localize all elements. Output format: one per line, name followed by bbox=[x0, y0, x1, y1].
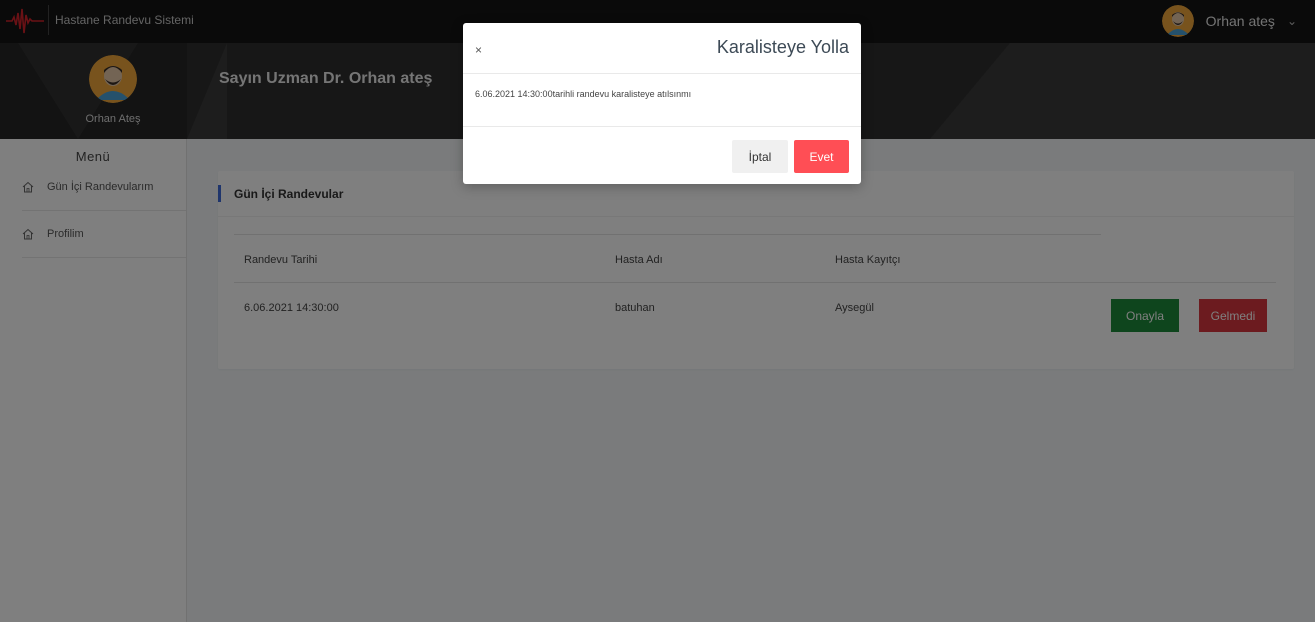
close-icon[interactable]: × bbox=[475, 43, 482, 57]
cancel-button[interactable]: İptal bbox=[732, 140, 788, 173]
modal-message: 6.06.2021 14:30:00tarihli randevu karali… bbox=[475, 89, 692, 99]
modal-header: × Karalisteye Yolla bbox=[463, 23, 861, 74]
modal-title: Karalisteye Yolla bbox=[716, 37, 849, 57]
modal-footer: İptal Evet bbox=[463, 126, 861, 184]
confirm-button[interactable]: Evet bbox=[794, 140, 849, 173]
blacklist-modal: × Karalisteye Yolla 6.06.2021 14:30:00ta… bbox=[463, 23, 861, 184]
